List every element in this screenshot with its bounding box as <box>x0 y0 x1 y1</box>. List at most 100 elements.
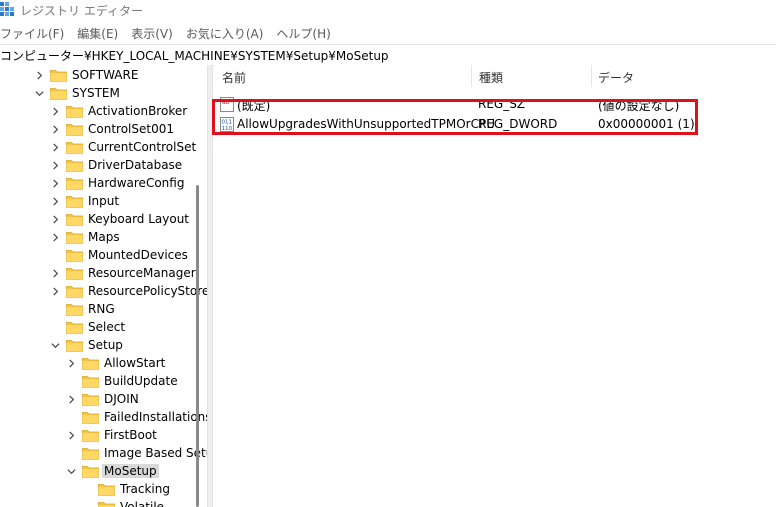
menu-item[interactable]: ファイル(F) <box>0 23 64 43</box>
tree-scrollbar[interactable] <box>196 185 199 507</box>
folder-icon <box>98 501 115 507</box>
tree-node-label: ResourceManager <box>88 266 196 280</box>
tree-node-label: Image Based Setu <box>104 446 207 460</box>
folder-icon <box>50 87 67 100</box>
tree-node-label: AllowStart <box>104 356 166 370</box>
folder-icon <box>98 483 115 496</box>
chevron-right-icon[interactable] <box>50 196 60 206</box>
folder-icon <box>66 177 83 190</box>
folder-icon <box>66 231 83 244</box>
chevron-right-icon[interactable] <box>50 214 60 224</box>
chevron-right-icon[interactable] <box>50 124 60 134</box>
tree-node[interactable]: Keyboard Layout <box>50 210 189 228</box>
folder-icon <box>66 123 83 136</box>
tree-node[interactable]: MountedDevices <box>50 246 188 264</box>
folder-icon <box>66 303 83 316</box>
tree-node[interactable]: ActivationBroker <box>50 102 187 120</box>
tree-node[interactable]: CurrentControlSet <box>50 138 196 156</box>
tree-node[interactable]: Select <box>50 318 125 336</box>
window-title: レジストリ エディター <box>20 4 143 18</box>
tree-node[interactable]: MoSetup <box>66 462 159 480</box>
address-path[interactable]: コンピューター¥HKEY_LOCAL_MACHINE¥SYSTEM¥Setup¥… <box>0 47 389 64</box>
column-header-type[interactable]: 種類 <box>479 65 503 87</box>
chevron-down-icon[interactable] <box>66 466 76 476</box>
menu-item[interactable]: ヘルプ(H) <box>276 23 330 43</box>
folder-icon <box>82 429 99 442</box>
tree-node-label: DriverDatabase <box>88 158 183 172</box>
tree-node[interactable]: HardwareConfig <box>50 174 184 192</box>
tree-node-label: SYSTEM <box>72 86 120 100</box>
tree-node-label: Keyboard Layout <box>88 212 190 226</box>
tree-node-label: HardwareConfig <box>88 176 185 190</box>
tree-node[interactable]: AllowStart <box>66 354 165 372</box>
tree-node[interactable]: Image Based Setu <box>66 444 207 462</box>
tree-node-label: SOFTWARE <box>72 68 139 82</box>
tree-node[interactable]: Maps <box>50 228 120 246</box>
folder-icon <box>66 267 83 280</box>
chevron-right-icon[interactable] <box>50 232 60 242</box>
tree-node[interactable]: Volatile <box>82 498 164 507</box>
tree-node[interactable]: SOFTWARE <box>34 66 138 84</box>
chevron-right-icon[interactable] <box>66 394 76 404</box>
chevron-down-icon[interactable] <box>50 340 60 350</box>
tree-node[interactable]: ResourceManager <box>50 264 196 282</box>
tree-node[interactable]: RNG <box>50 300 115 318</box>
tree-node-label: Tracking <box>120 482 170 496</box>
chevron-right-icon[interactable] <box>50 160 60 170</box>
chevron-right-icon[interactable] <box>50 286 60 296</box>
folder-icon <box>66 213 83 226</box>
tree-node[interactable]: BuildUpdate <box>66 372 178 390</box>
tree-node[interactable]: FailedInstallations <box>66 408 207 426</box>
tree-node[interactable]: SYSTEM <box>34 84 120 102</box>
chevron-right-icon[interactable] <box>50 142 60 152</box>
tree-node[interactable]: Setup <box>50 336 123 354</box>
address-bar[interactable]: コンピューター¥HKEY_LOCAL_MACHINE¥SYSTEM¥Setup¥… <box>0 44 776 66</box>
tree-node[interactable]: Tracking <box>82 480 170 498</box>
folder-icon <box>66 285 83 298</box>
tree-node-label: ControlSet001 <box>88 122 174 136</box>
chevron-right-icon[interactable] <box>34 70 44 80</box>
column-header-name[interactable]: 名前 <box>222 65 246 87</box>
column-divider[interactable] <box>591 65 592 87</box>
tree-node[interactable]: Input <box>50 192 119 210</box>
tree-node[interactable]: FirstBoot <box>66 426 157 444</box>
folder-icon <box>66 249 83 262</box>
tree-node-label: MoSetup <box>102 464 159 478</box>
chevron-down-icon[interactable] <box>34 88 44 98</box>
tree-node-label: ResourcePolicyStore <box>88 284 207 298</box>
chevron-right-icon[interactable] <box>50 178 60 188</box>
folder-icon <box>66 105 83 118</box>
column-divider[interactable] <box>471 65 472 87</box>
folder-icon <box>50 69 67 82</box>
menu-item[interactable]: 編集(E) <box>77 23 118 43</box>
folder-icon <box>82 393 99 406</box>
folder-icon <box>82 465 99 478</box>
tree-node[interactable]: ResourcePolicyStore <box>50 282 207 300</box>
folder-icon <box>66 159 83 172</box>
folder-icon <box>82 375 99 388</box>
folder-icon <box>82 447 99 460</box>
tree-node-label: FailedInstallations <box>104 410 207 424</box>
folder-icon <box>82 411 99 424</box>
folder-icon <box>66 141 83 154</box>
chevron-right-icon[interactable] <box>66 430 76 440</box>
menu-item[interactable]: お気に入り(A) <box>186 23 264 43</box>
tree-node-label: Maps <box>88 230 120 244</box>
chevron-right-icon[interactable] <box>50 106 60 116</box>
tree-node[interactable]: ControlSet001 <box>50 120 174 138</box>
folder-icon <box>66 195 83 208</box>
folder-icon <box>82 357 99 370</box>
tree-node[interactable]: DriverDatabase <box>50 156 182 174</box>
tree-node-label: BuildUpdate <box>104 374 178 388</box>
chevron-right-icon[interactable] <box>50 268 60 278</box>
title-bar: レジストリ エディター <box>0 0 776 22</box>
tree-node-label: FirstBoot <box>104 428 157 442</box>
tree-node-label: Setup <box>88 338 123 352</box>
tree-node[interactable]: DJOIN <box>66 390 139 408</box>
tree-node-label: Select <box>88 320 126 334</box>
chevron-right-icon[interactable] <box>66 358 76 368</box>
menu-item[interactable]: 表示(V) <box>131 23 173 43</box>
key-tree-pane[interactable]: SOFTWARE SYSTEM ActivationBroker ControlSet… <box>0 65 207 507</box>
column-header-data[interactable]: データ <box>598 65 634 87</box>
tree-node-label: DJOIN <box>104 392 139 406</box>
